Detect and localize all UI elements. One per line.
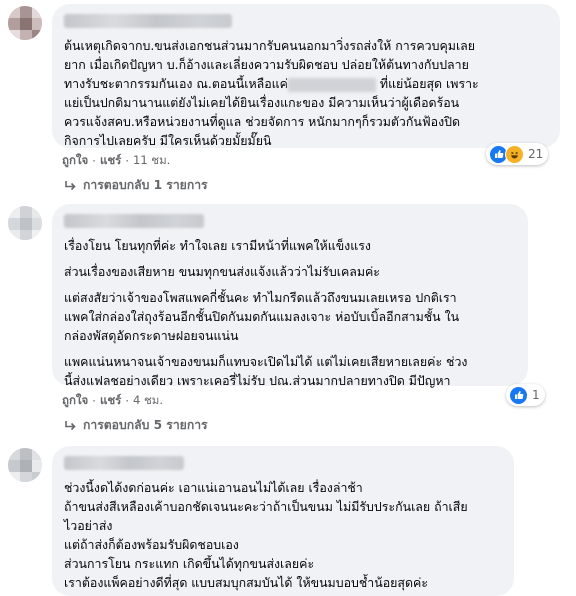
commenter-name-redacted[interactable] [64,214,204,228]
comment-bubble: ต้นเหตุเกิดจากบ.ขนส่งเอกชนส่วนมากรับคนนอ… [52,4,560,148]
like-reaction-icon [509,385,528,405]
timestamp[interactable]: 11 ชม. [133,152,170,170]
reaction-summary[interactable]: 21 [486,143,549,165]
comment-actions: ถูกใจ · แชร์ · 11 ชม. [62,152,170,170]
reply-arrow-icon [65,420,76,430]
comment-text: แพคแน่นหนาจนเจ้าของขนมก็แทบจะเปิดไม่ได้ … [64,354,468,388]
separator-dot: · [92,154,96,168]
reaction-count: 21 [528,147,544,161]
comment-actions: ถูกใจ · แชร์ · 4 ชม. [62,392,163,410]
replies-label: การตอบกลับ 1 รายการ [83,178,208,192]
like-link[interactable]: ถูกใจ [62,392,88,410]
separator-dot: · [125,154,129,168]
avatar[interactable] [8,448,42,482]
commenter-name-redacted[interactable] [64,456,184,470]
comment-text: ต้นเหตุเกิดจากบ.ขนส่งเอกชนส่วนมากรับคนนอ… [64,38,479,148]
comment-text: เรื่องโยน โยนทุกที่ค่ะ ทำใจเลย เรามีหน้า… [64,238,371,253]
comment-bubble: เรื่องโยน โยนทุกที่ค่ะ ทำใจเลย เรามีหน้า… [52,204,528,388]
separator-dot: · [92,394,96,408]
share-link[interactable]: แชร์ [100,152,121,170]
comment-text: ช่วงนี้งดได้งดก่อนค่ะ เอาแน่เอานอนไม่ได้… [64,480,468,590]
like-link[interactable]: ถูกใจ [62,152,88,170]
timestamp[interactable]: 4 ชม. [133,392,163,410]
share-link[interactable]: แชร์ [100,392,121,410]
view-replies-link[interactable]: การตอบกลับ 1 รายการ [64,176,208,195]
view-replies-link[interactable]: การตอบกลับ 5 รายการ [64,416,208,435]
separator-dot: · [125,394,129,408]
reply-arrow-icon [65,180,76,190]
replies-label: การตอบกลับ 5 รายการ [83,418,208,432]
comment-text: แต่สงสัยว่าเจ้าของโพสแพคกี่ชั้นคะ ทำไมกร… [64,290,460,343]
avatar[interactable] [8,206,42,240]
haha-reaction-icon [505,144,524,164]
avatar[interactable] [8,6,42,40]
commenter-name-redacted[interactable] [64,14,232,28]
reaction-summary[interactable]: 1 [506,384,545,406]
comment-text: ส่วนเรื่องของเสียหาย ขนมทุกขนส่งแจ้งแล้ว… [64,264,380,279]
comment-bubble: ช่วงนี้งดได้งดก่อนค่ะ เอาแน่เอานอนไม่ได้… [52,446,514,596]
reaction-count: 1 [532,388,540,402]
redacted-text [287,77,376,92]
